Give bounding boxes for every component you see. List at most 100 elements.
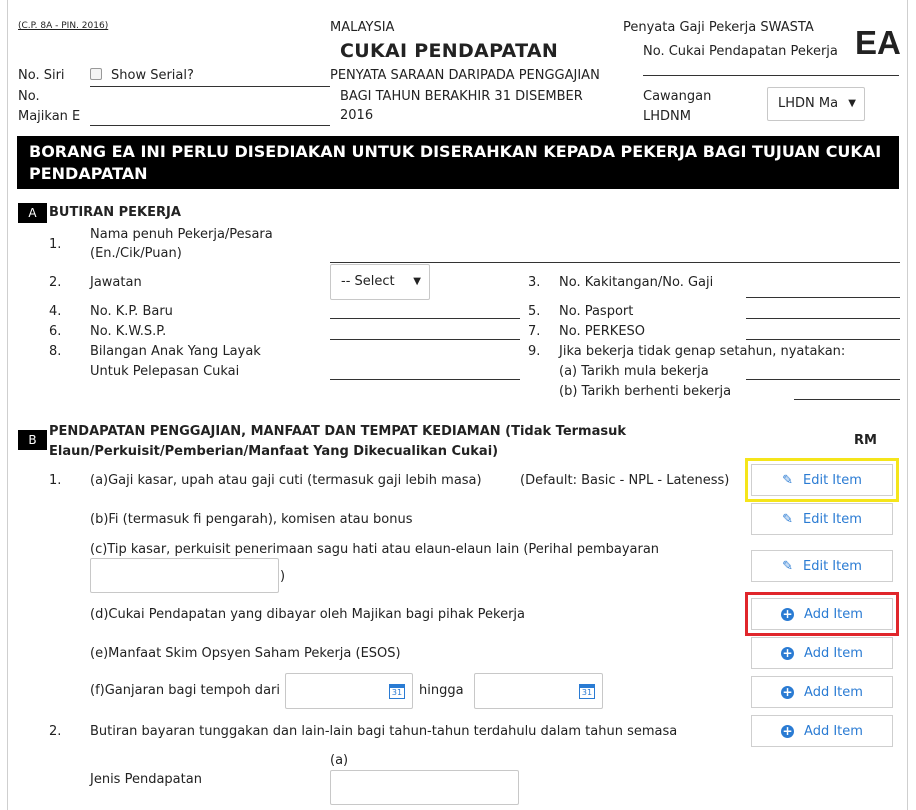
section-a-title: BUTIRAN PEKERJA [49, 205, 181, 220]
add-item-label: Add Item [804, 723, 863, 739]
edit-item-label: Edit Item [803, 558, 862, 574]
pencil-icon: ✎ [782, 511, 793, 527]
add-item-label: Add Item [804, 645, 863, 661]
employer-no-label-1: No. [18, 89, 40, 104]
income-type-label: Jenis Pendapatan [90, 772, 202, 787]
perkeso-field[interactable] [746, 339, 900, 340]
tax-no-field[interactable] [643, 75, 899, 76]
field-1-num: 1. [49, 237, 62, 252]
employer-no-field[interactable] [90, 125, 330, 126]
country-label: MALAYSIA [330, 20, 395, 35]
plus-circle-icon: + [781, 606, 795, 621]
field-4-num: 4. [49, 304, 62, 319]
arrears-add-button[interactable]: + Add Item [751, 715, 893, 747]
employer-no-label-2: Majikan E [18, 109, 81, 124]
gross-salary-default: (Default: Basic - NPL - Lateness) [520, 473, 730, 488]
subtitle-line2: BAGI TAHUN BERAKHIR 31 DISEMBER [340, 89, 583, 104]
children-label-2: Untuk Pelepasan Cukai [90, 364, 240, 379]
section-a-letter: A [18, 203, 47, 223]
branch-select[interactable]: LHDN Ma ▼ [767, 87, 865, 121]
gross-salary-label: (a)Gaji kasar, upah atau gaji cuti (term… [90, 473, 482, 488]
fees-edit-button[interactable]: ✎ Edit Item [751, 503, 893, 535]
ic-no-label: No. K.P. Baru [90, 304, 173, 319]
tax-no-label: No. Cukai Pendapatan Pekerja [643, 44, 838, 59]
plus-circle-icon: + [781, 684, 795, 699]
branch-label-1: Cawangan [643, 89, 712, 104]
end-date-field[interactable] [794, 399, 900, 400]
tax-paid-add-button[interactable]: + Add Item [745, 592, 899, 636]
perkeso-label: No. PERKESO [559, 324, 646, 339]
pencil-icon: ✎ [782, 472, 793, 488]
fees-label: (b)Fi (termasuk fi pengarah), komisen at… [90, 512, 413, 527]
position-select-value: -- Select [341, 274, 395, 289]
field-7-num: 7. [528, 324, 541, 339]
branch-select-value: LHDN Ma [778, 96, 839, 111]
start-date-field[interactable] [746, 379, 900, 380]
branch-label-2: LHDNM [643, 109, 691, 124]
notice-banner: BORANG EA INI PERLU DISEDIAKAN UNTUK DIS… [17, 136, 899, 189]
section-b-title-2: Elaun/Perkuisit/Pemberian/Manfaat Yang D… [49, 444, 499, 459]
kwsp-field[interactable] [330, 339, 520, 340]
tax-paid-label: (d)Cukai Pendapatan yang dibayar oleh Ma… [90, 607, 525, 622]
field-5-num: 5. [528, 304, 541, 319]
passport-field[interactable] [746, 318, 900, 319]
full-name-label-2: (En./Cik/Puan) [90, 246, 182, 261]
children-field[interactable] [330, 379, 520, 380]
chevron-down-icon: ▼ [848, 98, 856, 109]
section-b-title-1: PENDAPATAN PENGGAJIAN, MANFAAT DAN TEMPA… [49, 424, 627, 439]
end-date-label: (b) Tarikh berhenti bekerja [559, 384, 732, 399]
field-2-num: 2. [49, 275, 62, 290]
ea-form-label: EA [855, 24, 901, 61]
add-item-label: Add Item [804, 606, 863, 622]
full-name-field[interactable] [330, 262, 900, 263]
gratuity-add-button[interactable]: + Add Item [751, 676, 893, 708]
arrears-sub-a: (a) [330, 753, 349, 768]
start-date-label: (a) Tarikh mula bekerja [559, 364, 709, 379]
calendar-icon[interactable]: 31 [389, 684, 405, 699]
form-code: (C.P. 8A - PIN. 2016) [18, 21, 109, 31]
plus-circle-icon: + [781, 645, 795, 660]
statement-type: Penyata Gaji Pekerja SWASTA [623, 20, 814, 35]
plus-circle-icon: + [781, 723, 795, 738]
gratuity-to-label: hingga [419, 683, 464, 698]
gross-salary-edit-button[interactable]: ✎ Edit Item [745, 458, 899, 502]
tips-label: (c)Tip kasar, perkuisit penerimaan sagu … [90, 542, 660, 557]
add-item-label: Add Item [804, 684, 863, 700]
esos-add-button[interactable]: + Add Item [751, 637, 893, 669]
passport-label: No. Pasport [559, 304, 634, 319]
subtitle-line1: PENYATA SARAAN DARIPADA PENGGAJIAN [330, 68, 600, 83]
pencil-icon: ✎ [782, 558, 793, 574]
edit-item-label: Edit Item [803, 511, 862, 527]
position-label: Jawatan [90, 275, 142, 290]
subtitle-year: 2016 [340, 108, 374, 123]
staff-no-label: No. Kakitangan/No. Gaji [559, 275, 714, 290]
section-b-letter: B [18, 430, 47, 450]
staff-no-field[interactable] [746, 297, 900, 298]
rm-column-label: RM [854, 433, 877, 448]
kwsp-label: No. K.W.S.P. [90, 324, 167, 339]
income-type-input[interactable] [330, 770, 519, 805]
field-8-num: 8. [49, 344, 62, 359]
tips-edit-button[interactable]: ✎ Edit Item [751, 550, 893, 582]
partial-year-label: Jika bekerja tidak genap setahun, nyatak… [559, 344, 846, 359]
show-serial-checkbox[interactable] [90, 68, 102, 80]
item-2-num: 2. [49, 724, 62, 739]
position-select[interactable]: -- Select ▼ [330, 264, 430, 300]
tips-close-paren: ) [280, 569, 286, 584]
page-title: CUKAI PENDAPATAN [340, 40, 559, 62]
field-3-num: 3. [528, 275, 541, 290]
full-name-label-1: Nama penuh Pekerja/Pesara [90, 227, 273, 242]
calendar-icon[interactable]: 31 [579, 684, 595, 699]
esos-label: (e)Manfaat Skim Opsyen Saham Pekerja (ES… [90, 646, 401, 661]
field-9-num: 9. [528, 344, 541, 359]
chevron-down-icon: ▼ [413, 276, 421, 287]
tips-description-input[interactable] [90, 558, 279, 593]
arrears-label: Butiran bayaran tunggakan dan lain-lain … [90, 724, 678, 739]
item-1-num: 1. [49, 473, 62, 488]
gratuity-label: (f)Ganjaran bagi tempoh dari [90, 683, 280, 698]
edit-item-label: Edit Item [803, 472, 862, 488]
ic-no-field[interactable] [330, 318, 520, 319]
serial-no-label: No. Siri [18, 68, 65, 83]
show-serial-label: Show Serial? [111, 68, 194, 83]
serial-no-field[interactable] [90, 86, 330, 87]
